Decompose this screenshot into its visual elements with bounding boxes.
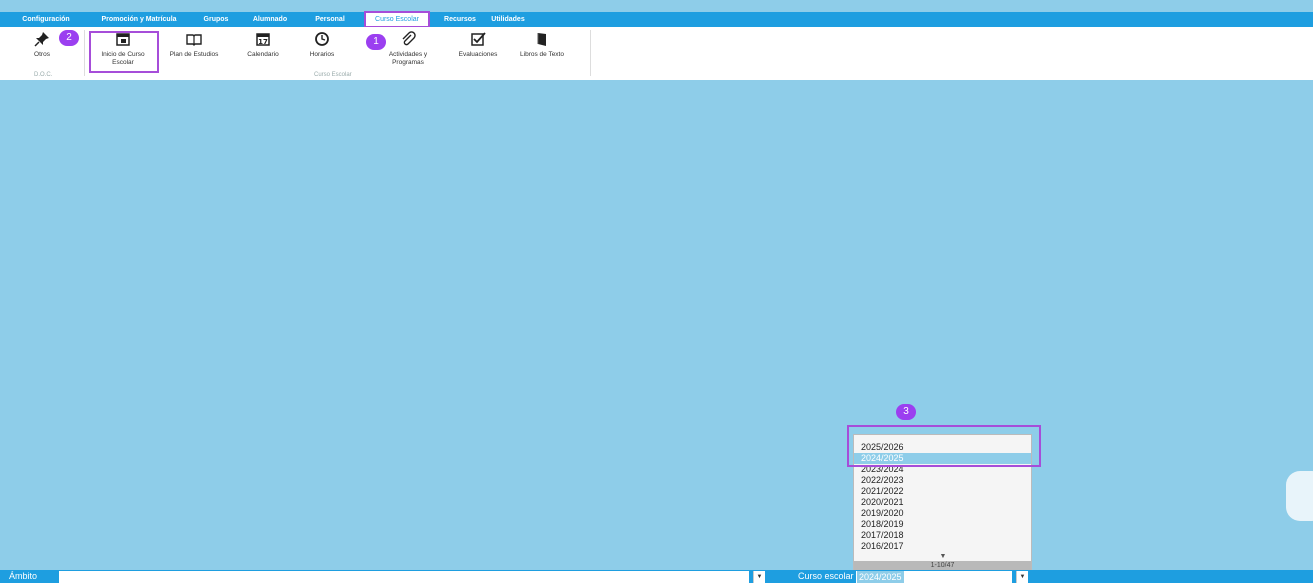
calendar-icon-number: 17 — [258, 38, 268, 46]
pin-icon — [22, 31, 62, 47]
paperclip-icon — [378, 31, 438, 47]
side-panel-handle[interactable] — [1286, 471, 1313, 521]
ribbon-separator — [84, 30, 85, 76]
ambito-chevron-down-icon[interactable]: ▼ — [753, 571, 765, 583]
dropdown-option[interactable]: 2016/2017 — [854, 541, 1031, 552]
dropdown-option[interactable]: 2017/2018 — [854, 530, 1031, 541]
menu-utilidades[interactable]: Utilidades — [486, 12, 530, 27]
step-badge-1: 1 — [366, 34, 386, 50]
otros-label: Otros — [34, 51, 50, 58]
clock-icon — [300, 31, 344, 47]
step-badge-3: 3 — [896, 404, 916, 420]
book-icon — [162, 31, 226, 47]
otros-button[interactable]: Otros — [22, 31, 62, 75]
ambito-field[interactable] — [59, 571, 749, 583]
dropdown-option[interactable]: 2022/2023 — [854, 475, 1031, 486]
curso-escolar-label: Curso escolar — [798, 571, 854, 581]
dropdown-option[interactable]: 2018/2019 — [854, 519, 1031, 530]
ambito-label: Ámbito — [9, 571, 38, 581]
calendario-button[interactable]: 17 Calendario — [238, 31, 288, 75]
menu-alumnado[interactable]: Alumnado — [248, 12, 292, 27]
group-label-doc: D.O.C. — [34, 72, 53, 78]
menu-grupos[interactable]: Grupos — [198, 12, 234, 27]
dropdown-option[interactable]: 2019/2020 — [854, 508, 1031, 519]
dropdown-option[interactable]: 2021/2022 — [854, 486, 1031, 497]
plan-estudios-label: Plan de Estudios — [169, 51, 219, 58]
dropdown-pagination: 1-10/47 — [854, 561, 1031, 570]
menu-promocion-matricula[interactable]: Promoción y Matrícula — [96, 12, 182, 27]
step-badge-2: 2 — [59, 30, 79, 46]
actividades-programas-label: Actividades y Programas — [388, 51, 428, 66]
horarios-button[interactable]: Horarios — [300, 31, 344, 75]
curso-escolar-value: 2024/2025 — [857, 571, 904, 583]
ribbon-toolbar: Otros D.O.C. Inicio de Curso Escolar Pla… — [0, 27, 1313, 80]
highlight-dropdown-selection — [847, 425, 1041, 467]
curso-escolar-chevron-down-icon[interactable]: ▼ — [1016, 571, 1028, 583]
horarios-label: Horarios — [309, 51, 335, 58]
actividades-programas-button[interactable]: Actividades y Programas — [378, 31, 438, 75]
main-menubar: Configuración Promoción y Matrícula Grup… — [0, 11, 1313, 28]
evaluaciones-button[interactable]: Evaluaciones — [452, 31, 504, 75]
libros-texto-button[interactable]: Libros de Texto — [510, 31, 574, 75]
textbook-icon — [510, 31, 574, 47]
checkbox-icon — [452, 31, 504, 47]
calendar-17-icon: 17 — [238, 31, 288, 47]
evaluaciones-label: Evaluaciones — [458, 51, 498, 58]
libros-texto-label: Libros de Texto — [520, 51, 564, 58]
menu-recursos[interactable]: Recursos — [440, 12, 480, 27]
highlight-inicio-curso-escolar — [89, 31, 159, 73]
bottom-filter-bar: Ámbito ▼ Curso escolar 2024/2025 ▼ — [0, 570, 1313, 583]
menu-personal[interactable]: Personal — [310, 12, 350, 27]
calendario-label: Calendario — [247, 51, 279, 58]
menu-configuracion[interactable]: Configuración — [14, 12, 78, 27]
plan-estudios-button[interactable]: Plan de Estudios — [162, 31, 226, 75]
group-label-curso-escolar: Curso Escolar — [314, 72, 352, 78]
scroll-down-arrow-icon[interactable]: ▼ — [938, 553, 948, 561]
ribbon-separator — [590, 30, 591, 76]
dropdown-option[interactable]: 2020/2021 — [854, 497, 1031, 508]
menu-curso-escolar[interactable]: Curso Escolar — [364, 11, 430, 28]
